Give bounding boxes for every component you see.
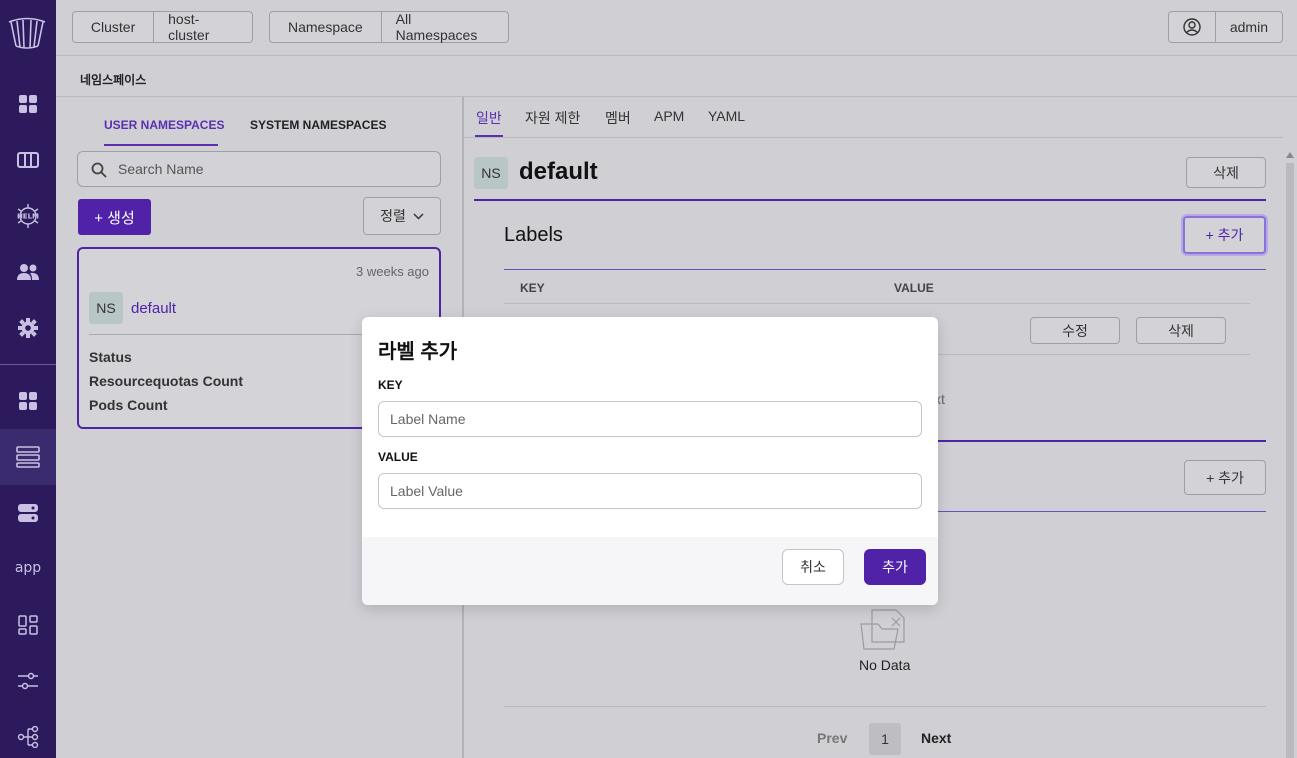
key-label: KEY xyxy=(378,378,403,392)
label-value-input[interactable] xyxy=(378,473,922,509)
dialog-title: 라벨 추가 xyxy=(378,341,458,363)
add-label-dialog: 라벨 추가 KEY VALUE 취소 추가 xyxy=(362,317,938,605)
label-key-input[interactable] xyxy=(378,401,922,437)
confirm-add-button[interactable]: 추가 xyxy=(864,549,926,585)
value-label: VALUE xyxy=(378,450,418,464)
cancel-button[interactable]: 취소 xyxy=(782,549,844,585)
dialog-footer: 취소 추가 xyxy=(362,537,938,605)
